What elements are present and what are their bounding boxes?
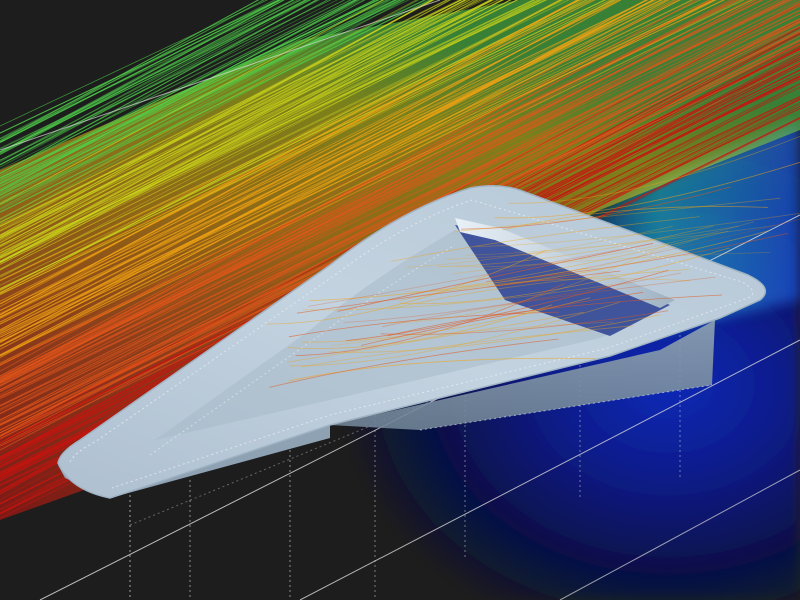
cfd-scene[interactable] (0, 0, 800, 600)
cfd-viewport[interactable] (0, 0, 800, 600)
